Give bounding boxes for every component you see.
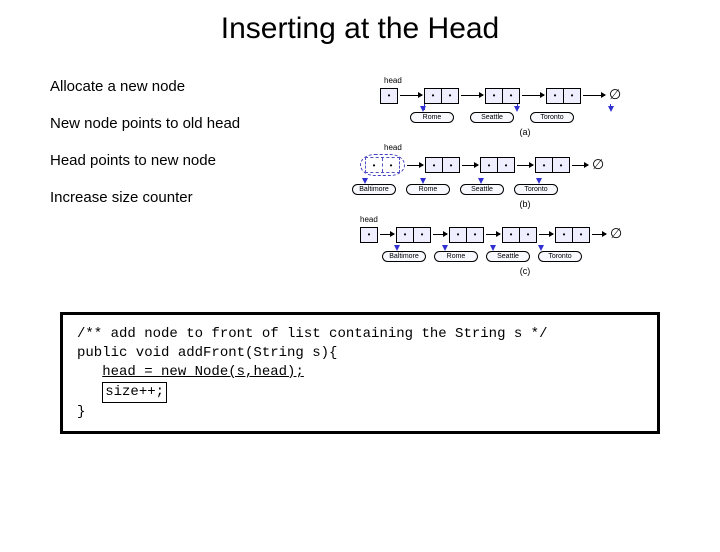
pointer-dot-icon: • (564, 89, 580, 103)
pointer-dot-icon: • (426, 158, 443, 172)
null-symbol-icon: ∅ (590, 157, 604, 174)
arrow-right-icon (380, 234, 394, 235)
node-box: • • (535, 157, 570, 173)
pointer-dot-icon: • (467, 228, 483, 242)
new-node-box: • • (365, 157, 400, 173)
pointer-dot-icon: • (414, 228, 430, 242)
pointer-dot-icon: • (536, 158, 553, 172)
arrow-right-icon (462, 165, 478, 166)
node-box: • • (449, 227, 484, 243)
code-line-5: } (77, 403, 643, 422)
null-symbol-icon: ∅ (608, 226, 622, 243)
pointer-dot-icon: • (520, 228, 536, 242)
arrow-right-icon (592, 234, 606, 235)
city-label-seattle: Seattle (486, 251, 530, 262)
pointer-dot-icon: • (573, 228, 589, 242)
caption-b: (b) (380, 199, 670, 209)
code-line-4: size++; (77, 382, 643, 403)
caption-c: (c) (380, 266, 670, 276)
arrow-right-icon (583, 95, 605, 96)
step-2-text: New node points to old head (50, 113, 360, 134)
diagram-b: head • • • • • • (380, 143, 670, 209)
code-line-2: public void addFront(String s){ (77, 344, 643, 363)
arrow-right-icon (400, 95, 422, 96)
city-label-toronto: Toronto (530, 112, 574, 123)
code-line-3: head = new Node(s,head); (77, 363, 643, 382)
head-label-b: head (384, 143, 670, 152)
slide-title: Inserting at the Head (0, 12, 720, 46)
pointer-dot-icon: • (381, 89, 397, 103)
pointer-dot-icon: • (361, 228, 377, 242)
arrow-right-icon (486, 234, 500, 235)
city-label-toronto: Toronto (514, 184, 558, 195)
diagram-a: head • • • • • • • (380, 76, 670, 137)
node-box: • • (424, 88, 459, 104)
pointer-dot-icon: • (498, 158, 514, 172)
new-node-oval: • • (360, 154, 405, 176)
city-label-rome: Rome (406, 184, 450, 195)
code-line-1: /** add node to front of list containing… (77, 325, 643, 344)
caption-a: (a) (380, 127, 670, 137)
step-1-text: Allocate a new node (50, 76, 360, 97)
diagrams-column: head • • • • • • • (380, 76, 670, 282)
pointer-dot-icon: • (481, 158, 498, 172)
pointer-dot-icon: • (366, 158, 383, 172)
city-label-seattle: Seattle (470, 112, 514, 123)
head-label-a: head (384, 76, 670, 85)
pointer-dot-icon: • (397, 228, 414, 242)
arrow-right-icon (517, 165, 533, 166)
node-box: • • (396, 227, 431, 243)
pointer-dot-icon: • (425, 89, 442, 103)
pointer-dot-icon: • (442, 89, 458, 103)
arrow-right-icon (522, 95, 544, 96)
pointer-dot-icon: • (383, 158, 399, 172)
content-area: Allocate a new node New node points to o… (0, 76, 720, 282)
city-label-baltimore: Baltimore (382, 251, 426, 262)
node-box: • • (425, 157, 460, 173)
pointer-dot-icon: • (503, 89, 519, 103)
city-label-rome: Rome (434, 251, 478, 262)
head-pointer-box: • (380, 88, 398, 104)
node-box: • • (546, 88, 581, 104)
node-box: • • (480, 157, 515, 173)
pointer-dot-icon: • (503, 228, 520, 242)
arrow-right-icon (539, 234, 553, 235)
city-label-baltimore: Baltimore (352, 184, 396, 195)
node-box: • • (555, 227, 590, 243)
head-pointer-box: • (360, 227, 378, 243)
arrow-right-icon (461, 95, 483, 96)
node-box: • • (502, 227, 537, 243)
node-box: • • (485, 88, 520, 104)
step-3-text: Head points to new node (50, 150, 360, 171)
pointer-dot-icon: • (450, 228, 467, 242)
city-label-seattle: Seattle (460, 184, 504, 195)
step-4-text: Increase size counter (50, 187, 360, 208)
arrow-right-icon (433, 234, 447, 235)
down-arrow-icon (608, 106, 614, 112)
diagram-c: head • • • • • • • (380, 215, 670, 276)
null-symbol-icon: ∅ (607, 87, 621, 104)
pointer-dot-icon: • (443, 158, 459, 172)
code-block: /** add node to front of list containing… (60, 312, 660, 434)
pointer-dot-icon: • (547, 89, 564, 103)
pointer-dot-icon: • (556, 228, 573, 242)
steps-column: Allocate a new node New node points to o… (50, 76, 360, 282)
city-label-toronto: Toronto (538, 251, 582, 262)
pointer-dot-icon: • (486, 89, 503, 103)
down-arrow-icon (514, 106, 520, 112)
arrow-right-icon (572, 165, 588, 166)
pointer-dot-icon: • (553, 158, 569, 172)
arrow-right-icon (407, 165, 423, 166)
head-label-c: head (360, 215, 670, 224)
city-label-rome: Rome (410, 112, 454, 123)
